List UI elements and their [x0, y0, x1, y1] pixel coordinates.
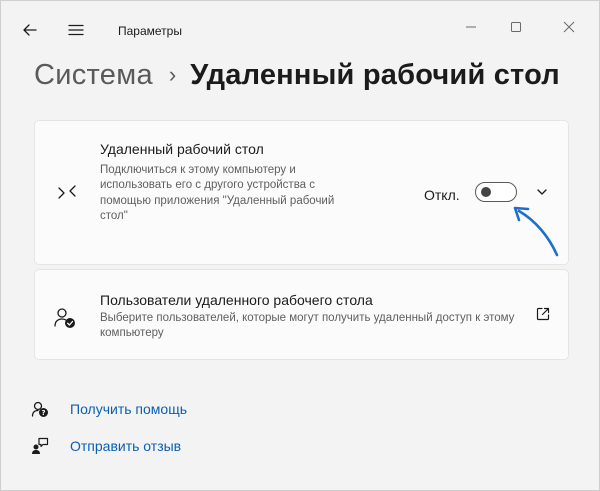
remote-desktop-card[interactable]: Удаленный рабочий стол Подключиться к эт…: [34, 120, 569, 265]
page-title: Удаленный рабочий стол: [190, 59, 560, 91]
minimize-icon[interactable]: [451, 17, 491, 37]
remote-users-title: Пользователи удаленного рабочего стола: [100, 292, 373, 308]
breadcrumb-separator: ›: [168, 62, 177, 87]
maximize-icon[interactable]: [496, 17, 536, 37]
breadcrumb-parent-system[interactable]: Система: [34, 59, 153, 92]
user-shield-icon: [54, 308, 75, 328]
remote-desktop-users-card[interactable]: Пользователи удаленного рабочего стола В…: [34, 269, 569, 360]
send-feedback-link[interactable]: Отправить отзыв: [31, 437, 181, 455]
remote-desktop-title: Удаленный рабочий стол: [100, 141, 264, 157]
back-arrow-icon[interactable]: [21, 21, 39, 39]
remote-users-description: Выберите пользователей, которые могут по…: [100, 312, 515, 340]
remote-desktop-toggle[interactable]: [475, 182, 517, 202]
title-bar: Параметры: [1, 1, 599, 49]
close-icon[interactable]: [549, 17, 589, 37]
remote-desktop-description: Подключиться к этому компьютеру и исполь…: [100, 164, 335, 223]
toggle-knob: [481, 187, 491, 197]
help-person-icon: ?: [31, 401, 48, 417]
feedback-icon: [32, 437, 49, 454]
open-external-icon[interactable]: [535, 306, 551, 322]
get-help-link[interactable]: ? Получить помощь: [31, 400, 187, 418]
send-feedback-text[interactable]: Отправить отзыв: [70, 438, 181, 454]
window-title: Параметры: [118, 24, 182, 38]
svg-text:?: ?: [41, 409, 45, 417]
chevron-down-icon[interactable]: [535, 185, 549, 199]
settings-window: Параметры Система › Удаленный рабочий ст…: [0, 0, 600, 491]
breadcrumb: Система › Удаленный рабочий стол: [34, 59, 560, 92]
get-help-text[interactable]: Получить помощь: [70, 401, 187, 417]
hamburger-menu-icon[interactable]: [67, 21, 85, 39]
remote-desktop-icon: [58, 185, 76, 199]
toggle-state-label: Откл.: [424, 187, 460, 203]
